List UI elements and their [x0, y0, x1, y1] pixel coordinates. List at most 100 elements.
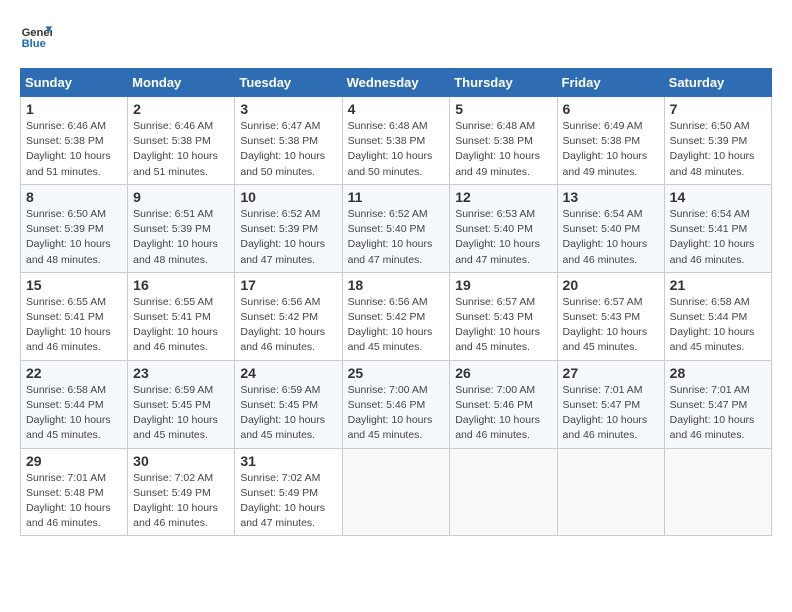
day-info: Sunrise: 6:58 AMSunset: 5:44 PMDaylight:… — [670, 295, 766, 356]
day-number: 4 — [348, 101, 445, 117]
calendar-week-row: 8 Sunrise: 6:50 AMSunset: 5:39 PMDaylight… — [21, 184, 772, 272]
day-info: Sunrise: 6:56 AMSunset: 5:42 PMDaylight:… — [240, 295, 336, 356]
day-number: 9 — [133, 189, 229, 205]
calendar-cell: 4 Sunrise: 6:48 AMSunset: 5:38 PMDaylight… — [342, 97, 450, 185]
calendar-cell: 17 Sunrise: 6:56 AMSunset: 5:42 PMDayligh… — [235, 272, 342, 360]
calendar-cell — [664, 448, 771, 536]
day-info: Sunrise: 6:58 AMSunset: 5:44 PMDaylight:… — [26, 383, 122, 444]
day-info: Sunrise: 7:01 AMSunset: 5:47 PMDaylight:… — [563, 383, 659, 444]
weekday-header-monday: Monday — [128, 69, 235, 97]
logo-icon: General Blue — [20, 20, 52, 52]
calendar-cell: 28Sunrise: 7:01 AMSunset: 5:47 PMDayligh… — [664, 360, 771, 448]
day-info: Sunrise: 6:57 AMSunset: 5:43 PMDaylight:… — [455, 295, 551, 356]
day-number: 21 — [670, 277, 766, 293]
day-number: 22 — [26, 365, 122, 381]
day-info: Sunrise: 7:01 AMSunset: 5:48 PMDaylight:… — [26, 471, 122, 532]
day-number: 20 — [563, 277, 659, 293]
weekday-header-thursday: Thursday — [450, 69, 557, 97]
calendar-cell: 11 Sunrise: 6:52 AMSunset: 5:40 PMDayligh… — [342, 184, 450, 272]
calendar-cell: 15 Sunrise: 6:55 AMSunset: 5:41 PMDayligh… — [21, 272, 128, 360]
calendar-cell: 13 Sunrise: 6:54 AMSunset: 5:40 PMDayligh… — [557, 184, 664, 272]
calendar-cell: 14 Sunrise: 6:54 AMSunset: 5:41 PMDayligh… — [664, 184, 771, 272]
day-info: Sunrise: 6:48 AMSunset: 5:38 PMDaylight:… — [455, 119, 551, 180]
day-number: 8 — [26, 189, 122, 205]
day-info: Sunrise: 6:47 AMSunset: 5:38 PMDaylight:… — [240, 119, 336, 180]
day-info: Sunrise: 6:56 AMSunset: 5:42 PMDaylight:… — [348, 295, 445, 356]
day-info: Sunrise: 6:59 AMSunset: 5:45 PMDaylight:… — [133, 383, 229, 444]
calendar-cell: 1 Sunrise: 6:46 AMSunset: 5:38 PMDaylight… — [21, 97, 128, 185]
day-info: Sunrise: 6:52 AMSunset: 5:40 PMDaylight:… — [348, 207, 445, 268]
day-number: 11 — [348, 189, 445, 205]
day-number: 10 — [240, 189, 336, 205]
day-number: 14 — [670, 189, 766, 205]
day-number: 13 — [563, 189, 659, 205]
day-info: Sunrise: 6:55 AMSunset: 5:41 PMDaylight:… — [26, 295, 122, 356]
day-number: 31 — [240, 453, 336, 469]
day-info: Sunrise: 6:46 AMSunset: 5:38 PMDaylight:… — [133, 119, 229, 180]
calendar-week-row: 29 Sunrise: 7:01 AMSunset: 5:48 PMDayligh… — [21, 448, 772, 536]
logo: General Blue — [20, 20, 56, 52]
calendar-cell: 12Sunrise: 6:53 AMSunset: 5:40 PMDayligh… — [450, 184, 557, 272]
day-info: Sunrise: 6:57 AMSunset: 5:43 PMDaylight:… — [563, 295, 659, 356]
day-number: 17 — [240, 277, 336, 293]
calendar-cell: 29 Sunrise: 7:01 AMSunset: 5:48 PMDayligh… — [21, 448, 128, 536]
day-number: 23 — [133, 365, 229, 381]
day-info: Sunrise: 6:51 AMSunset: 5:39 PMDaylight:… — [133, 207, 229, 268]
day-number: 1 — [26, 101, 122, 117]
day-info: Sunrise: 7:00 AMSunset: 5:46 PMDaylight:… — [455, 383, 551, 444]
page-header: General Blue — [20, 20, 772, 52]
calendar-cell: 10 Sunrise: 6:52 AMSunset: 5:39 PMDayligh… — [235, 184, 342, 272]
day-info: Sunrise: 6:52 AMSunset: 5:39 PMDaylight:… — [240, 207, 336, 268]
calendar-cell — [557, 448, 664, 536]
day-number: 26 — [455, 365, 551, 381]
day-number: 15 — [26, 277, 122, 293]
day-number: 7 — [670, 101, 766, 117]
day-number: 18 — [348, 277, 445, 293]
calendar-cell: 3 Sunrise: 6:47 AMSunset: 5:38 PMDaylight… — [235, 97, 342, 185]
calendar-cell: 22 Sunrise: 6:58 AMSunset: 5:44 PMDayligh… — [21, 360, 128, 448]
day-info: Sunrise: 6:54 AMSunset: 5:40 PMDaylight:… — [563, 207, 659, 268]
day-info: Sunrise: 6:48 AMSunset: 5:38 PMDaylight:… — [348, 119, 445, 180]
day-number: 3 — [240, 101, 336, 117]
calendar-cell: 19 Sunrise: 6:57 AMSunset: 5:43 PMDayligh… — [450, 272, 557, 360]
day-info: Sunrise: 6:54 AMSunset: 5:41 PMDaylight:… — [670, 207, 766, 268]
calendar-cell: 9 Sunrise: 6:51 AMSunset: 5:39 PMDaylight… — [128, 184, 235, 272]
calendar-week-row: 1 Sunrise: 6:46 AMSunset: 5:38 PMDaylight… — [21, 97, 772, 185]
day-info: Sunrise: 6:55 AMSunset: 5:41 PMDaylight:… — [133, 295, 229, 356]
calendar-cell: 20 Sunrise: 6:57 AMSunset: 5:43 PMDayligh… — [557, 272, 664, 360]
calendar-cell: 24 Sunrise: 6:59 AMSunset: 5:45 PMDayligh… — [235, 360, 342, 448]
calendar-header-row: SundayMondayTuesdayWednesdayThursdayFrid… — [21, 69, 772, 97]
day-info: Sunrise: 7:02 AMSunset: 5:49 PMDaylight:… — [240, 471, 336, 532]
calendar-cell: 31 Sunrise: 7:02 AMSunset: 5:49 PMDayligh… — [235, 448, 342, 536]
calendar-cell: 21 Sunrise: 6:58 AMSunset: 5:44 PMDayligh… — [664, 272, 771, 360]
day-number: 25 — [348, 365, 445, 381]
calendar-week-row: 15 Sunrise: 6:55 AMSunset: 5:41 PMDayligh… — [21, 272, 772, 360]
day-number: 5 — [455, 101, 551, 117]
day-number: 6 — [563, 101, 659, 117]
calendar-cell: 8 Sunrise: 6:50 AMSunset: 5:39 PMDaylight… — [21, 184, 128, 272]
day-info: Sunrise: 6:49 AMSunset: 5:38 PMDaylight:… — [563, 119, 659, 180]
weekday-header-wednesday: Wednesday — [342, 69, 450, 97]
day-number: 16 — [133, 277, 229, 293]
day-info: Sunrise: 6:50 AMSunset: 5:39 PMDaylight:… — [26, 207, 122, 268]
calendar-cell: 30 Sunrise: 7:02 AMSunset: 5:49 PMDayligh… — [128, 448, 235, 536]
day-number: 24 — [240, 365, 336, 381]
day-info: Sunrise: 6:59 AMSunset: 5:45 PMDaylight:… — [240, 383, 336, 444]
calendar-cell — [450, 448, 557, 536]
calendar-cell: 26 Sunrise: 7:00 AMSunset: 5:46 PMDayligh… — [450, 360, 557, 448]
day-number: 29 — [26, 453, 122, 469]
day-number: 12 — [455, 189, 551, 205]
day-info: Sunrise: 7:00 AMSunset: 5:46 PMDaylight:… — [348, 383, 445, 444]
day-info: Sunrise: 6:46 AMSunset: 5:38 PMDaylight:… — [26, 119, 122, 180]
day-number: 27 — [563, 365, 659, 381]
calendar-cell: 6 Sunrise: 6:49 AMSunset: 5:38 PMDaylight… — [557, 97, 664, 185]
day-number: 28 — [670, 365, 766, 381]
calendar-table: SundayMondayTuesdayWednesdayThursdayFrid… — [20, 68, 772, 536]
day-number: 19 — [455, 277, 551, 293]
day-number: 30 — [133, 453, 229, 469]
weekday-header-friday: Friday — [557, 69, 664, 97]
calendar-cell: 23 Sunrise: 6:59 AMSunset: 5:45 PMDayligh… — [128, 360, 235, 448]
day-info: Sunrise: 7:02 AMSunset: 5:49 PMDaylight:… — [133, 471, 229, 532]
calendar-cell: 18 Sunrise: 6:56 AMSunset: 5:42 PMDayligh… — [342, 272, 450, 360]
weekday-header-saturday: Saturday — [664, 69, 771, 97]
